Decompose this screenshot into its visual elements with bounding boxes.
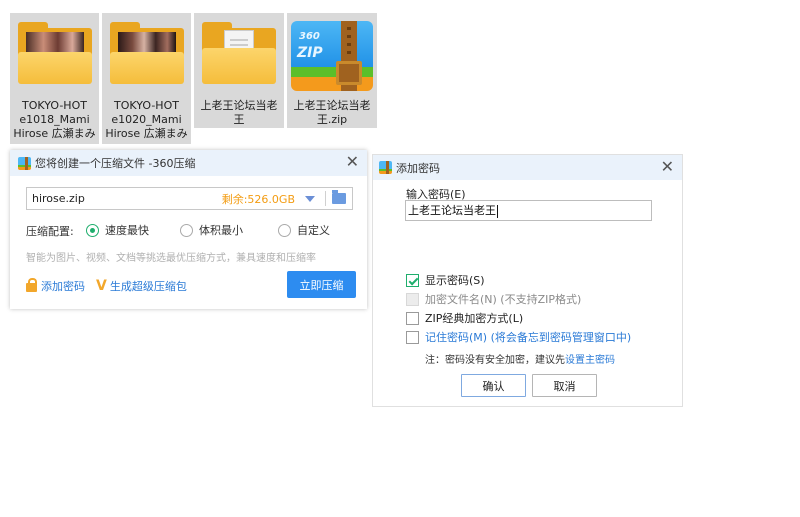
file-tile-zip[interactable]: 360 ZIP 上老王论坛当老 王.zip <box>287 13 377 128</box>
close-icon[interactable]: ✕ <box>346 154 359 170</box>
compress-dialog: 您将创建一个压缩文件 -360压缩 ✕ hirose.zip 剩余:526.0G… <box>10 150 367 309</box>
remember-password-checkbox[interactable]: 记住密码(M) (将会备忘到密码管理窗口中) <box>406 329 631 345</box>
file-tile-folder[interactable]: 上老王论坛当老 王 <box>194 13 284 128</box>
file-name: 上老王论坛当老 王 <box>200 99 278 126</box>
checkbox-icon[interactable] <box>406 311 419 325</box>
compress-dialog-title: 您将创建一个压缩文件 -360压缩 <box>35 157 196 170</box>
checkbox-icon[interactable] <box>406 330 419 344</box>
encrypt-filenames-checkbox: 加密文件名(N) (不支持ZIP格式) <box>406 291 581 307</box>
radio-custom[interactable]: 自定义 <box>278 222 330 238</box>
compress-config-row: 压缩配置: 速度最快 体积最小 自定义 <box>26 222 356 238</box>
compress-now-button[interactable]: 立即压缩 <box>287 271 356 298</box>
add-password-link[interactable]: 添加密码 <box>26 278 85 294</box>
radio-icon[interactable] <box>180 223 193 237</box>
folder-icon <box>102 13 191 99</box>
show-password-checkbox[interactable]: 显示密码(S) <box>406 272 485 288</box>
lock-icon <box>26 278 37 292</box>
radio-icon[interactable] <box>278 223 291 237</box>
config-label: 压缩配置: <box>26 225 74 238</box>
checkbox-disabled-icon <box>406 292 419 306</box>
password-input[interactable]: 上老王论坛当老王 <box>405 200 652 221</box>
free-space-label: 剩余:526.0GB <box>221 192 295 206</box>
archive-filename[interactable]: hirose.zip <box>32 192 222 205</box>
add-password-dialog: 添加密码 ✕ 输入密码(E) 上老王论坛当老王 显示密码(S) 加密文件名(N)… <box>372 154 683 407</box>
file-tile-tokyo-hot-e1020[interactable]: TOKYO-HOT e1020_Mami Hirose 広瀬まみ <box>102 13 191 144</box>
security-note: 注：密码没有安全加密，建议先设置主密码 <box>425 355 615 366</box>
compress-dialog-titlebar: 您将创建一个压缩文件 -360压缩 ✕ <box>10 150 367 176</box>
compress-hint: 智能为图片、视频、文档等挑选最优压缩方式，兼具速度和压缩率 <box>26 253 316 264</box>
close-icon[interactable]: ✕ <box>661 159 674 175</box>
zip-classic-encryption-checkbox[interactable]: ZIP经典加密方式(L) <box>406 310 523 326</box>
file-name: 上老王论坛当老 王.zip <box>293 99 371 126</box>
zip-archive-icon: 360 ZIP <box>287 13 377 99</box>
radio-selected-icon[interactable] <box>86 223 99 237</box>
super-zip-link[interactable]: V 生成超级压缩包 <box>96 278 187 294</box>
file-tile-tokyo-hot-e1018[interactable]: TOKYO-HOT e1018_Mami Hirose 広瀬まみ <box>10 13 99 144</box>
360zip-app-icon <box>18 156 31 170</box>
radio-fastest[interactable]: 速度最快 <box>86 222 149 238</box>
browse-folder-icon[interactable] <box>332 190 346 204</box>
password-dialog-titlebar: 添加密码 ✕ <box>373 155 682 180</box>
set-master-password-link[interactable]: 设置主密码 <box>565 355 615 366</box>
cancel-button[interactable]: 取消 <box>532 374 597 397</box>
archive-path-field[interactable]: hirose.zip 剩余:526.0GB <box>26 187 353 210</box>
file-name: TOKYO-HOT e1020_Mami Hirose 広瀬まみ <box>105 99 188 140</box>
file-name: TOKYO-HOT e1018_Mami Hirose 広瀬まみ <box>13 99 96 140</box>
v-badge-icon: V <box>96 278 107 294</box>
chevron-down-icon[interactable] <box>305 195 315 202</box>
folder-icon <box>10 13 99 99</box>
password-dialog-title: 添加密码 <box>396 161 440 175</box>
radio-smallest[interactable]: 体积最小 <box>180 222 243 238</box>
checkbox-checked-icon[interactable] <box>406 273 419 287</box>
folder-icon <box>194 13 284 99</box>
360zip-app-icon <box>379 161 392 174</box>
confirm-button[interactable]: 确认 <box>461 374 526 397</box>
